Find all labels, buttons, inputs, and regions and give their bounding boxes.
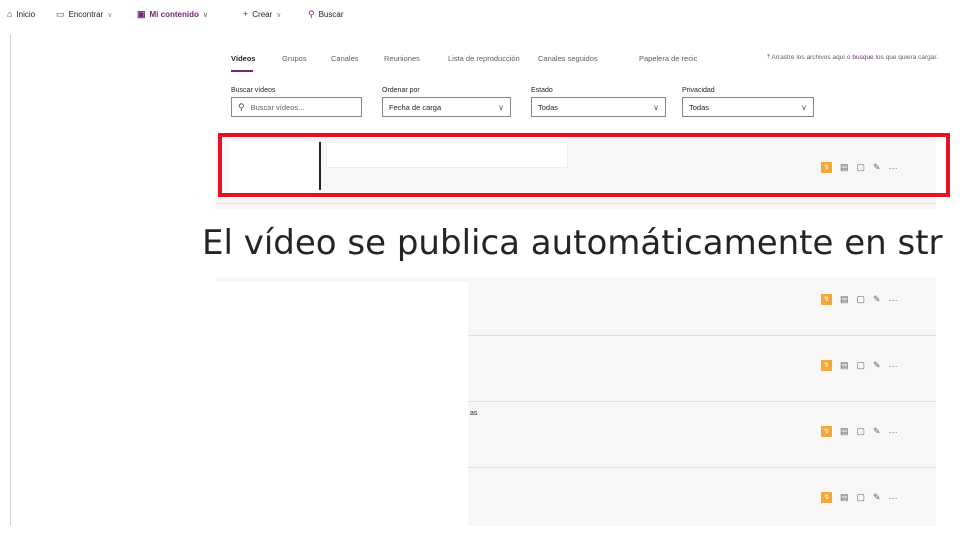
- search-videos-label: Buscar vídeos: [231, 87, 276, 94]
- sort-value: Fecha de carga: [389, 102, 442, 112]
- row-actions: ↯ ▤ ▢ ✎ ···: [821, 294, 898, 305]
- home-icon: ⌂: [7, 9, 13, 19]
- search-icon: ⚲: [308, 9, 315, 19]
- chevron-down-icon: ∨: [498, 103, 504, 112]
- comment-icon[interactable]: ▢: [857, 360, 866, 371]
- privacy-value: Todas: [689, 102, 710, 112]
- comment-icon[interactable]: ▢: [857, 492, 866, 503]
- tab-grupos[interactable]: Grupos: [282, 54, 307, 63]
- video-title: as: [470, 410, 478, 417]
- row-actions: ↯ ▤ ▢ ✎ ···: [821, 360, 898, 371]
- chevron-down-icon: ∨: [202, 11, 208, 19]
- list-add-icon[interactable]: ▤: [840, 492, 849, 503]
- nav-crear[interactable]: + Crear ∨: [243, 9, 282, 20]
- privacy-select[interactable]: Todas ∨: [682, 97, 814, 117]
- privacy-label: Privacidad: [682, 87, 715, 94]
- redaction-mask: [202, 282, 468, 526]
- tab-videos[interactable]: Vídeos: [231, 54, 256, 63]
- browse-link[interactable]: busque: [852, 54, 873, 61]
- left-divider: [10, 34, 11, 526]
- highlight-box: [218, 133, 950, 197]
- edit-pencil-icon[interactable]: ✎: [873, 360, 881, 371]
- plus-icon: +: [243, 9, 249, 19]
- processing-badge-icon: ↯: [821, 294, 832, 305]
- more-options-icon[interactable]: ···: [889, 427, 898, 437]
- nav-buscar-label: Buscar: [318, 10, 344, 19]
- tab-canales[interactable]: Canales: [331, 54, 359, 63]
- upload-hint-post: los que quiera cargar.: [873, 54, 938, 61]
- video-icon: ▣: [137, 9, 146, 19]
- nav-buscar[interactable]: ⚲ Buscar: [308, 9, 344, 20]
- compass-icon: ▭: [56, 9, 65, 19]
- processing-badge-icon: ↯: [821, 492, 832, 503]
- row-actions: ↯ ▤ ▢ ✎ ···: [821, 426, 898, 437]
- processing-badge-icon: ↯: [821, 360, 832, 371]
- state-label: Estado: [531, 87, 553, 94]
- state-value: Todas: [538, 102, 559, 112]
- state-select[interactable]: Todas ∨: [531, 97, 666, 117]
- row-actions: ↯ ▤ ▢ ✎ ···: [821, 492, 898, 503]
- nav-encontrar-label: Encontrar: [68, 10, 104, 19]
- chevron-down-icon: ∨: [653, 103, 659, 112]
- nav-inicio-label: Inicio: [16, 10, 36, 19]
- tab-lista-reproduccion[interactable]: Lista de reproducción: [448, 54, 520, 63]
- chevron-down-icon: ∨: [107, 11, 113, 19]
- list-add-icon[interactable]: ▤: [840, 294, 849, 305]
- search-icon: ⚲: [238, 101, 245, 112]
- comment-icon[interactable]: ▢: [857, 294, 866, 305]
- edit-pencil-icon[interactable]: ✎: [873, 426, 881, 437]
- nav-mi-contenido[interactable]: ▣ Mi contenido ∨: [137, 9, 208, 20]
- edit-pencil-icon[interactable]: ✎: [873, 294, 881, 305]
- chevron-down-icon: ∨: [276, 11, 282, 19]
- tab-bar: Vídeos Grupos Canales Reuniones Lista de…: [216, 34, 960, 72]
- processing-badge-icon: ↯: [821, 426, 832, 437]
- nav-encontrar[interactable]: ▭ Encontrar ∨: [56, 9, 113, 20]
- list-add-icon[interactable]: ▤: [840, 360, 849, 371]
- list-add-icon[interactable]: ▤: [840, 426, 849, 437]
- active-tab-indicator: [231, 70, 253, 72]
- top-navigation: ⌂ Inicio ▭ Encontrar ∨ ▣ Mi contenido ∨ …: [0, 0, 960, 34]
- comment-icon[interactable]: ▢: [857, 426, 866, 437]
- nav-crear-label: Crear: [252, 10, 273, 19]
- tab-canales-seguidos[interactable]: Canales seguidos: [538, 54, 598, 63]
- nav-mi-contenido-label: Mi contenido: [149, 10, 199, 19]
- more-options-icon[interactable]: ···: [889, 493, 898, 503]
- nav-inicio[interactable]: ⌂ Inicio: [7, 9, 36, 20]
- caption-overlay: El vídeo se publica automáticamente en s…: [186, 209, 960, 277]
- sort-label: Ordenar por: [382, 87, 420, 94]
- tab-papelera[interactable]: Papelera de recic: [639, 54, 697, 63]
- sort-select[interactable]: Fecha de carga ∨: [382, 97, 511, 117]
- more-options-icon[interactable]: ···: [889, 361, 898, 371]
- search-videos-input[interactable]: ⚲ Buscar vídeos...: [231, 97, 362, 117]
- tab-reuniones[interactable]: Reuniones: [384, 54, 420, 63]
- edit-pencil-icon[interactable]: ✎: [873, 492, 881, 503]
- upload-hint-pre: Arrastre los archivos aquí o: [771, 54, 853, 61]
- more-options-icon[interactable]: ···: [889, 295, 898, 305]
- upload-hint: ⤒ Arrastre los archivos aquí o busque lo…: [767, 54, 938, 62]
- chevron-down-icon: ∨: [801, 103, 807, 112]
- search-placeholder: Buscar vídeos...: [250, 102, 305, 112]
